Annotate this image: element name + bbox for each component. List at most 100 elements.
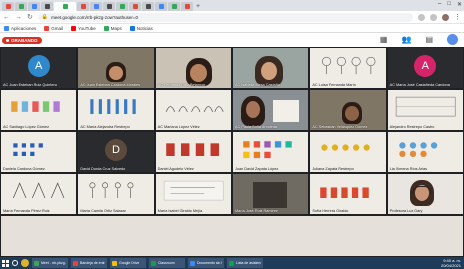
address-bar-row: ← → ↻ 🔒 meet.google.com/rrb-pkzg-zow?aut… [0,11,464,24]
taskbar-window[interactable]: Bandeja de entrada [71,258,107,268]
window-controls: – □ ✕ [438,1,462,8]
drive-icon [112,260,117,266]
taskbar-window[interactable]: Classroom [149,258,185,268]
taskbar-window[interactable]: Documento sin título [188,258,224,268]
participant-tile[interactable]: AC Luisa Fernanda Marín [310,48,386,88]
participant-tile[interactable]: Daniela Cardona Gómez [1,132,77,172]
browser-tab[interactable] [168,2,180,11]
participant-tile[interactable]: AC Sebastián Velásquez Gómez [310,90,386,130]
participant-name: AC Isabella Mesa Castaño [235,83,280,87]
extension-icon[interactable] [418,13,425,21]
bookmark-item[interactable]: Noticias [129,25,153,31]
reload-icon[interactable]: ↻ [27,11,33,24]
browser-tab[interactable] [41,2,53,11]
meet-toolbar: ▦ 👥 ▤ [380,34,458,45]
meet-favicon-icon [62,4,68,9]
participant-tile[interactable]: AC María Alejandra Restrepo [78,90,154,130]
participant-name: AC Paula Sofía Arboleda [235,125,278,129]
bookmark-item[interactable]: Aplicaciones [4,25,36,31]
tab-favicon-icon [44,4,50,9]
participant-tile[interactable]: Alejandro Restrepo Castro [387,90,463,130]
taskbar-window[interactable]: Google Drive [110,258,146,268]
browser-tab-active[interactable] [54,2,76,11]
layout-button[interactable]: ▦ [379,34,388,44]
chat-button[interactable]: ▤ [425,35,433,44]
participant-name: Sofía Herrera Giraldo [312,209,349,213]
participant-tile[interactable]: Lia Ximena Ríos Arias [387,132,463,172]
forward-icon[interactable]: → [15,11,22,24]
meet-icon [34,260,39,266]
participant-tile[interactable]: A AC Juan Esteban Ruiz Quintero [1,48,77,88]
browser-tab[interactable] [116,2,128,11]
tab-favicon-icon [158,4,164,9]
profile-avatar[interactable] [442,13,449,21]
maximize-icon[interactable]: □ [447,1,451,8]
participant-name: María Isabel Giraldo Mejía [157,209,203,213]
participant-name: Juan David Zapata López [235,167,279,171]
participant-tile[interactable]: María Fernanda Pérez Ruiz [1,174,77,214]
back-icon[interactable]: ← [3,11,10,24]
student-drawing [395,96,456,117]
tab-favicon-icon [119,4,125,9]
taskbar-window[interactable]: Lista de asistencia [227,258,263,268]
student-drawing [89,182,134,198]
participant-tile[interactable]: A AC María José Castañeda Cardona [387,48,463,88]
browser-tab[interactable] [103,2,115,11]
participant-tile[interactable]: María José Ruiz Ramírez [233,174,309,214]
extension-icon[interactable] [430,13,437,21]
chrome-icon[interactable] [21,259,29,267]
maps-icon [103,25,109,31]
participant-tile[interactable]: AC Mariana López Vélez [155,90,231,130]
participant-video [253,182,287,208]
participant-tile[interactable]: Daniel Agudelo Vélez [155,132,231,172]
browser-tab[interactable] [129,2,141,11]
student-drawing [11,101,60,112]
menu-icon[interactable]: ⋮ [454,11,461,24]
search-icon[interactable] [12,260,18,266]
close-icon[interactable]: ✕ [457,1,462,8]
bookmark-item[interactable]: Gmail [44,25,63,31]
participant-name: Daniel Agudelo Vélez [157,167,194,171]
participant-tile[interactable] [1,216,463,256]
tab-favicon-icon [171,4,177,9]
browser-tab[interactable] [77,2,89,11]
participant-name: David Dorda Cruz Salcedo [80,167,126,171]
participant-tile[interactable]: D David Dorda Cruz Salcedo [78,132,154,172]
browser-tab[interactable] [142,2,154,11]
bookmark-item[interactable]: Maps [103,25,122,31]
participant-tile[interactable]: AC Juan Esteban Cardona Morales [78,48,154,88]
system-clock[interactable]: 9:40 a. m. 20/04/2021 [441,258,461,268]
tab-favicon-icon [18,4,24,9]
browser-tab[interactable] [90,2,102,11]
bookmark-item[interactable]: YouTube [71,25,96,31]
participant-tile[interactable]: María Isabel Giraldo Mejía [155,174,231,214]
taskbar-window[interactable]: Meet - rrb-pkzg-zow [32,258,68,268]
browser-tab[interactable] [181,2,193,11]
grid-icon: ▦ [379,34,388,44]
participant-name: Daniela Cardona Gómez [3,167,45,171]
minimize-icon[interactable]: – [438,1,441,8]
participant-tile[interactable]: María Camila Ortiz Salazar [78,174,154,214]
participant-tile[interactable]: AC Fernanda Ruiz Betancur [155,48,231,88]
participants-button[interactable]: 👥 [401,35,411,44]
participant-tile[interactable]: Juan David Zapata López [233,132,309,172]
participant-name: Lia Ximena Ríos Arias [389,167,428,171]
participant-name: AC Luisa Fernanda Marín [312,83,356,87]
participant-tile[interactable]: Sofía Herrera Giraldo [310,174,386,214]
browser-tab[interactable] [155,2,167,11]
new-tab-icon[interactable]: + [196,2,200,11]
clock-date: 20/04/2021 [440,263,461,268]
news-icon [129,25,135,31]
participant-tile[interactable]: AC Paula Sofía Arboleda [233,90,309,130]
url-input[interactable]: 🔒 meet.google.com/rrb-pkzg-zow?authuser=… [37,12,413,22]
participant-tile[interactable]: AC Santiago López Gómez [1,90,77,130]
windows-start-icon[interactable] [2,259,9,267]
student-drawing [398,142,437,158]
participant-face [246,101,260,118]
participant-tile[interactable]: Profesora Luz Dary [387,174,463,214]
tab-favicon-icon [93,4,99,9]
my-avatar[interactable] [447,34,458,45]
participant-tile[interactable]: AC Isabella Mesa Castaño [233,48,309,88]
participant-tile[interactable]: Juliana Zapata Restrepo [310,132,386,172]
student-drawing [165,106,224,113]
